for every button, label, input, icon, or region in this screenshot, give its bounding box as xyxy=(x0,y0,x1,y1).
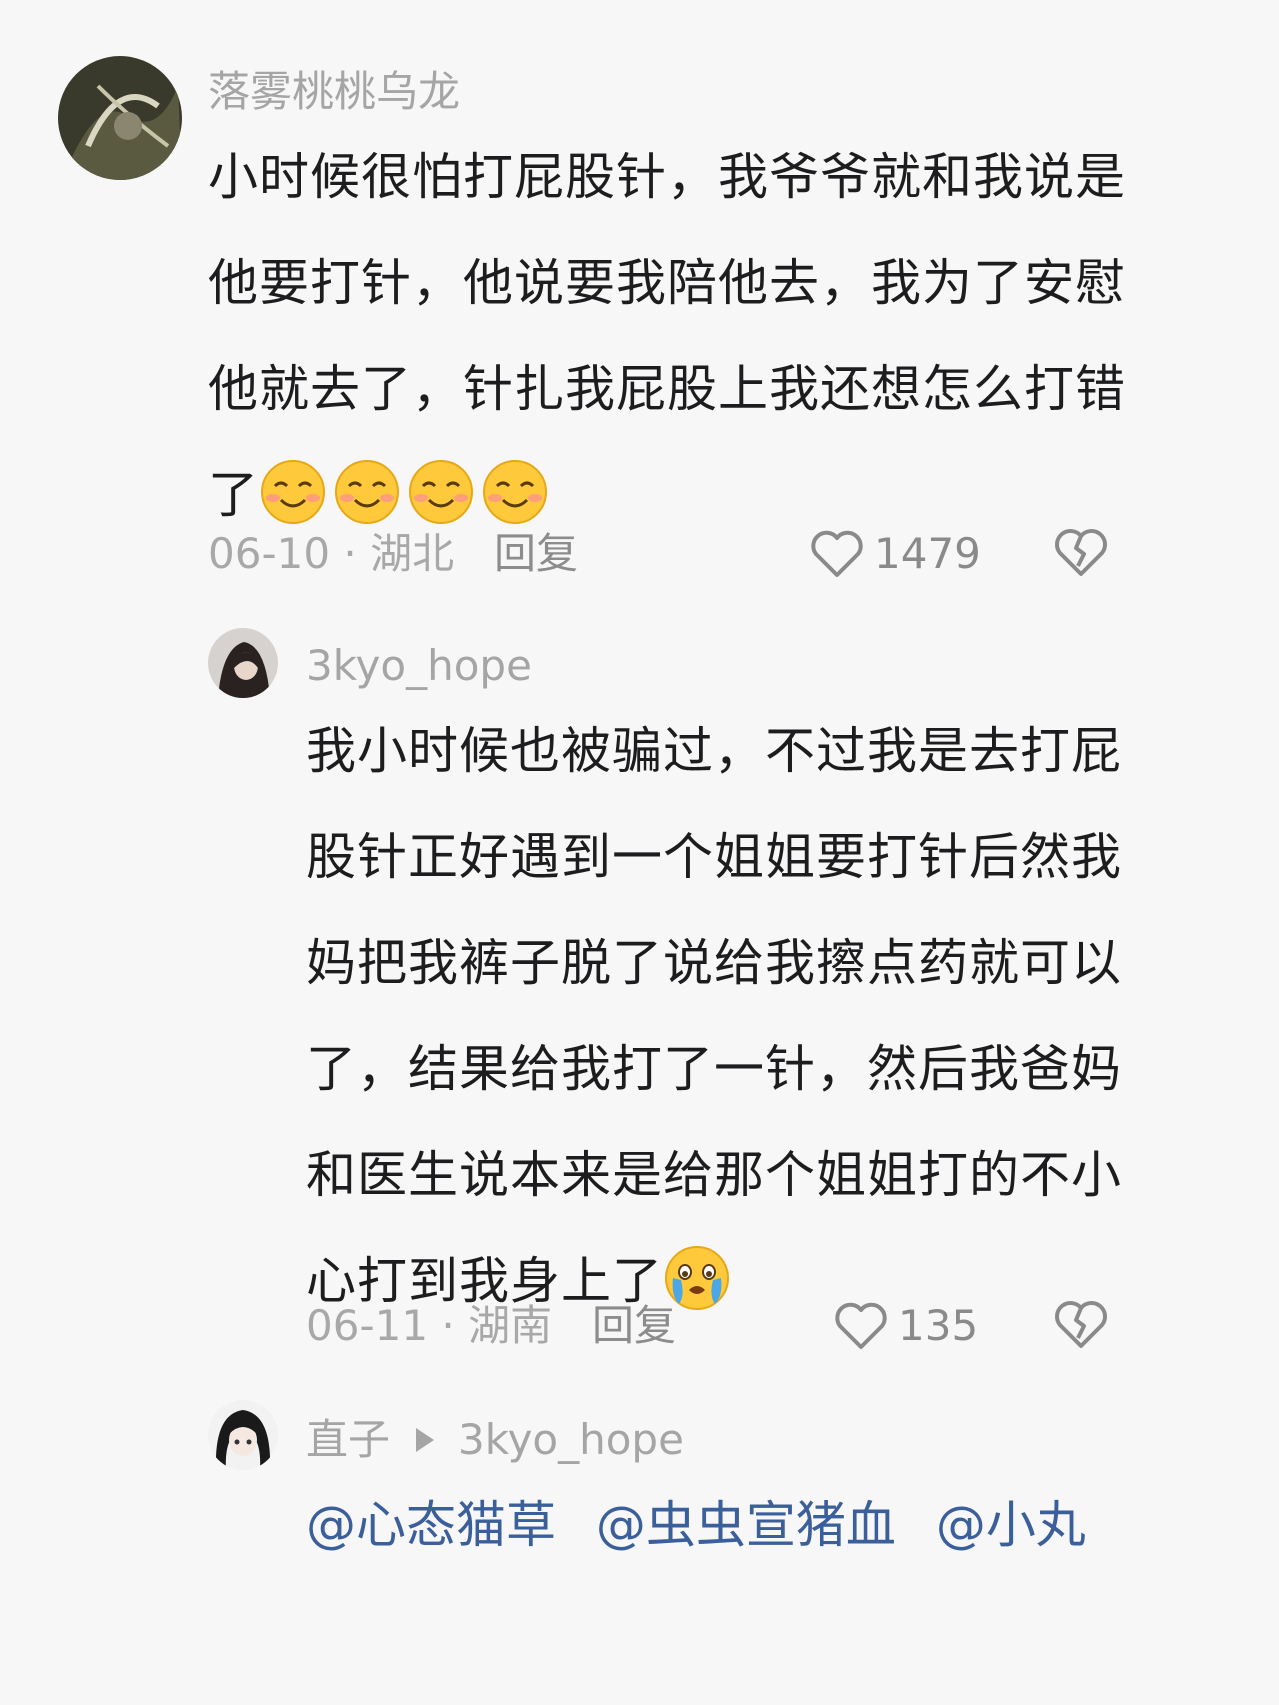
comment-line-text: 了 xyxy=(208,466,259,524)
comment-line: 和医生说本来是给那个姐姐打的不小 xyxy=(306,1146,1122,1204)
comment-line: 他就去了，针扎我屁股上我还想怎么打错 xyxy=(208,360,1126,418)
reply-target-username[interactable]: 3kyo_hope xyxy=(458,1412,684,1468)
heart-icon xyxy=(835,1302,887,1349)
smiling-face-emoji xyxy=(333,458,401,526)
like-button[interactable]: 1479 xyxy=(810,524,981,584)
avatar[interactable] xyxy=(208,1400,278,1470)
date-location: 06-10 · 湖北 xyxy=(208,529,455,578)
mentions: @心态猫草 @虫虫宣猪血 @小丸 xyxy=(306,1492,1110,1558)
reply-button[interactable]: 回复 xyxy=(494,524,578,584)
smiling-face-emoji xyxy=(481,458,549,526)
comment-line: 股针正好遇到一个姐姐要打针后然我 xyxy=(306,828,1122,886)
comment-line: 妈把我裤子脱了说给我擦点药就可以 xyxy=(306,934,1122,992)
comment-line: 他要打针，他说要我陪他去，我为了安慰 xyxy=(208,254,1126,312)
dislike-button[interactable] xyxy=(1054,1298,1108,1350)
comment-line: 了，结果给我打了一针，然后我爸妈 xyxy=(306,1040,1122,1098)
like-button[interactable]: 135 xyxy=(834,1296,978,1356)
comment-line: 小时候很怕打屁股针，我爷爷就和我说是 xyxy=(208,148,1126,206)
broken-heart-icon xyxy=(1055,1301,1107,1348)
avatar[interactable] xyxy=(208,628,278,698)
mention-link[interactable]: @虫虫宣猪血 xyxy=(596,1496,896,1554)
date-location: 06-11 · 湖南 xyxy=(306,1301,553,1350)
broken-heart-icon xyxy=(1055,529,1107,576)
smiling-face-emoji xyxy=(407,458,475,526)
comment-username[interactable]: 3kyo_hope xyxy=(306,638,532,694)
comment-text: 我小时候也被骗过，不过我是去打屁 股针正好遇到一个姐姐要打针后然我 妈把我裤子脱… xyxy=(306,698,1122,1334)
reply-arrow-icon xyxy=(416,1428,435,1452)
reply-button[interactable]: 回复 xyxy=(592,1296,676,1356)
comment-username[interactable]: 落雾桃桃乌龙 xyxy=(208,64,460,120)
comment-text: 小时候很怕打屁股针，我爷爷就和我说是 他要打针，他说要我陪他去，我为了安慰 他就… xyxy=(208,124,1126,548)
reply-header: 直子 3kyo_hope xyxy=(306,1412,684,1468)
heart-icon xyxy=(811,530,863,577)
comment-meta: 06-11 · 湖南 回复 135 xyxy=(306,1296,1206,1356)
like-count: 1479 xyxy=(874,529,981,578)
dislike-button[interactable] xyxy=(1054,526,1108,578)
comment-line: 我小时候也被骗过，不过我是去打屁 xyxy=(306,722,1122,780)
mention-link[interactable]: @心态猫草 xyxy=(306,1496,556,1554)
mention-link[interactable]: @小丸 xyxy=(936,1496,1086,1554)
comment-meta: 06-10 · 湖北 回复 1479 xyxy=(208,524,1208,584)
like-count: 135 xyxy=(898,1301,979,1350)
avatar[interactable] xyxy=(58,56,182,180)
smiling-face-emoji xyxy=(259,458,327,526)
comment-username[interactable]: 直子 xyxy=(306,1412,390,1468)
